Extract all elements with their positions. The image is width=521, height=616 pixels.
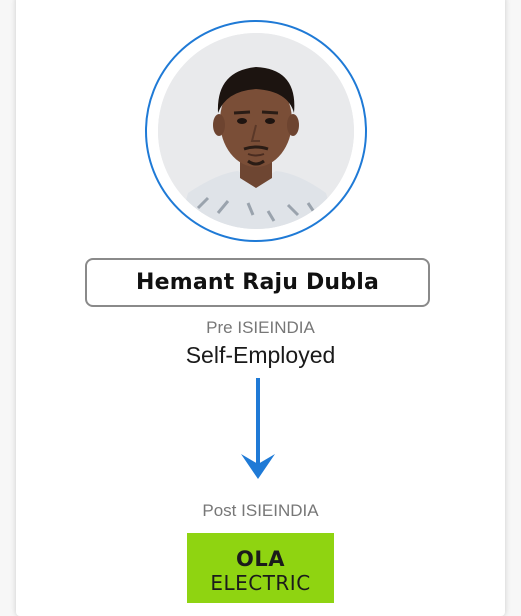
arrow-down-icon xyxy=(241,378,275,479)
post-label: Post ISIEINDIA xyxy=(202,501,319,520)
pre-company: Self-Employed xyxy=(185,342,336,368)
logo-text-electric: ELECTRIC xyxy=(210,571,311,595)
candidate-name: Hemant Raju Dubla xyxy=(85,258,430,307)
avatar-ring xyxy=(145,20,367,242)
logo-text-ola: OLA xyxy=(236,547,285,571)
company-logo: OLA ELECTRIC xyxy=(187,533,334,603)
avatar-photo xyxy=(158,33,354,229)
avatar xyxy=(158,33,354,229)
placement-card: Hemant Raju Dubla Pre ISIEINDIA Self-Emp… xyxy=(16,0,505,616)
pre-label: Pre ISIEINDIA xyxy=(206,318,315,337)
